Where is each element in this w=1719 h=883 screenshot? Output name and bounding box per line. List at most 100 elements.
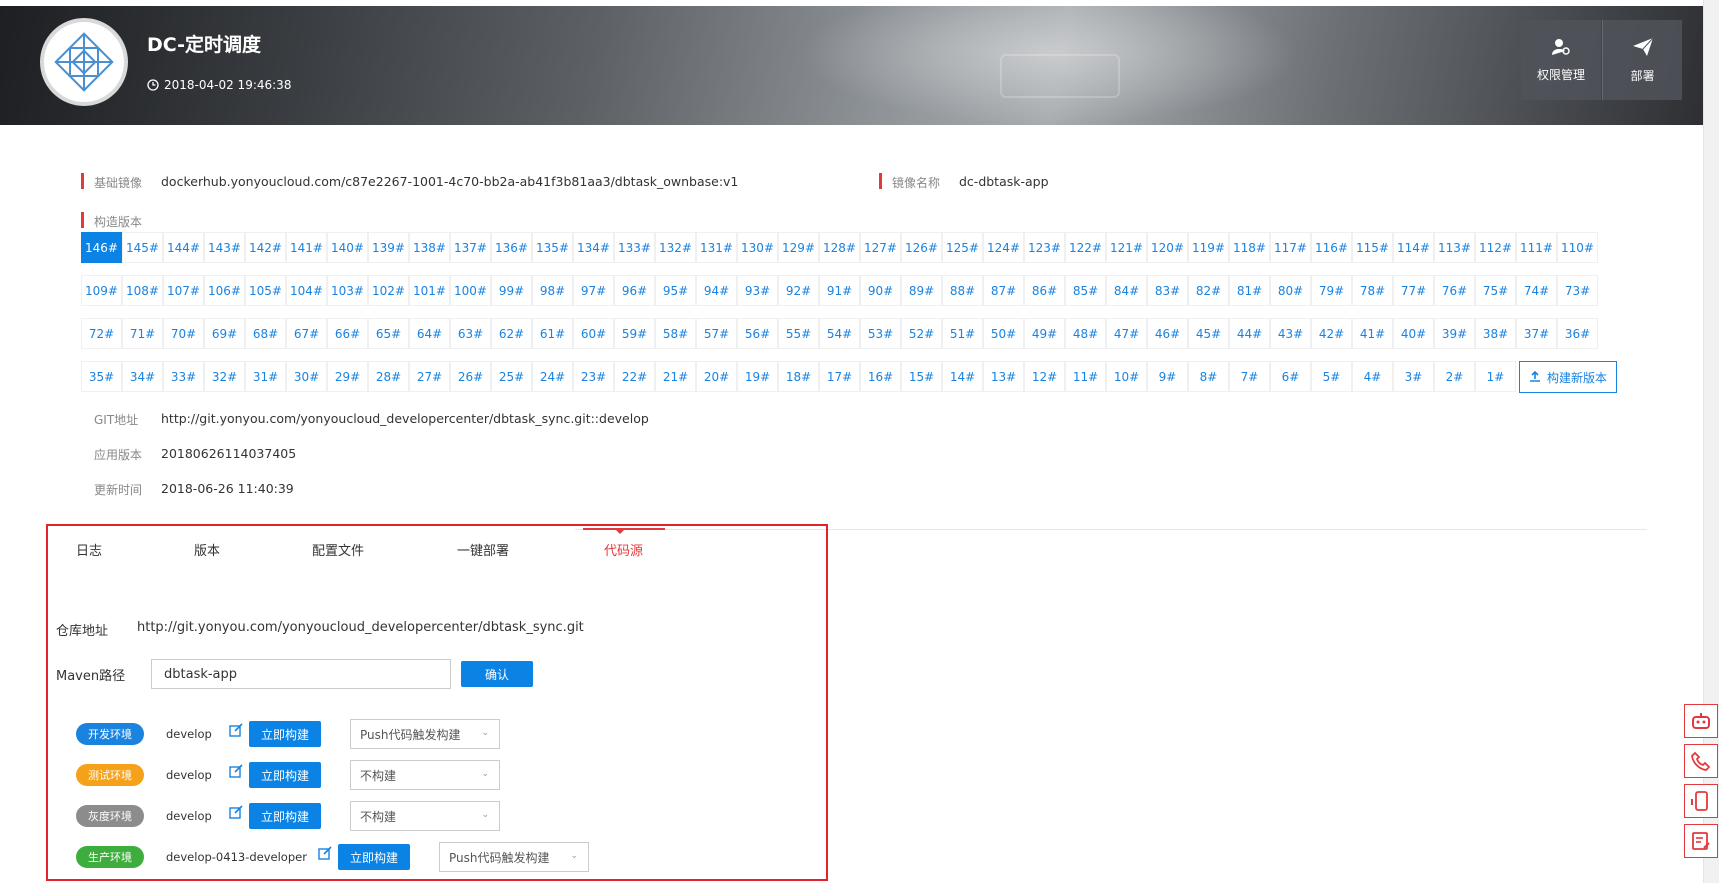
version-chip[interactable]: 5#: [1311, 361, 1352, 392]
version-chip[interactable]: 120#: [1147, 232, 1188, 263]
tab-log[interactable]: 日志: [76, 540, 102, 559]
version-chip[interactable]: 41#: [1352, 318, 1393, 349]
version-chip[interactable]: 110#: [1557, 232, 1598, 263]
version-chip[interactable]: 53#: [860, 318, 901, 349]
version-chip[interactable]: 143#: [204, 232, 245, 263]
version-chip[interactable]: 81#: [1229, 275, 1270, 306]
version-chip[interactable]: 49#: [1024, 318, 1065, 349]
robot-icon[interactable]: [1684, 704, 1718, 738]
build-trigger-select[interactable]: Push代码触发构建 ⌄: [350, 719, 500, 749]
version-chip[interactable]: 50#: [983, 318, 1024, 349]
version-chip[interactable]: 68#: [245, 318, 286, 349]
version-chip[interactable]: 125#: [942, 232, 983, 263]
version-chip[interactable]: 139#: [368, 232, 409, 263]
version-chip[interactable]: 96#: [614, 275, 655, 306]
version-chip[interactable]: 126#: [901, 232, 942, 263]
version-chip[interactable]: 32#: [204, 361, 245, 392]
version-chip[interactable]: 80#: [1270, 275, 1311, 306]
version-chip[interactable]: 71#: [122, 318, 163, 349]
version-chip[interactable]: 40#: [1393, 318, 1434, 349]
version-chip[interactable]: 107#: [163, 275, 204, 306]
version-chip[interactable]: 94#: [696, 275, 737, 306]
version-chip[interactable]: 82#: [1188, 275, 1229, 306]
version-chip[interactable]: 73#: [1557, 275, 1598, 306]
version-chip[interactable]: 91#: [819, 275, 860, 306]
version-chip[interactable]: 14#: [942, 361, 983, 392]
version-chip[interactable]: 61#: [532, 318, 573, 349]
version-chip[interactable]: 46#: [1147, 318, 1188, 349]
version-chip[interactable]: 84#: [1106, 275, 1147, 306]
version-chip[interactable]: 133#: [614, 232, 655, 263]
build-now-button[interactable]: 立即构建: [338, 844, 410, 870]
version-chip[interactable]: 13#: [983, 361, 1024, 392]
tab-code-source[interactable]: 代码源: [604, 540, 643, 559]
version-chip[interactable]: 1#: [1475, 361, 1516, 392]
version-chip[interactable]: 21#: [655, 361, 696, 392]
version-chip[interactable]: 17#: [819, 361, 860, 392]
version-chip[interactable]: 119#: [1188, 232, 1229, 263]
version-chip[interactable]: 98#: [532, 275, 573, 306]
tab-version[interactable]: 版本: [194, 540, 220, 559]
version-chip[interactable]: 54#: [819, 318, 860, 349]
version-chip[interactable]: 56#: [737, 318, 778, 349]
version-chip[interactable]: 78#: [1352, 275, 1393, 306]
version-chip[interactable]: 112#: [1475, 232, 1516, 263]
version-chip[interactable]: 60#: [573, 318, 614, 349]
edit-branch-icon[interactable]: [229, 804, 243, 819]
version-chip[interactable]: 62#: [491, 318, 532, 349]
version-chip[interactable]: 138#: [409, 232, 450, 263]
version-chip[interactable]: 7#: [1229, 361, 1270, 392]
version-chip[interactable]: 69#: [204, 318, 245, 349]
version-chip[interactable]: 6#: [1270, 361, 1311, 392]
version-chip[interactable]: 83#: [1147, 275, 1188, 306]
version-chip[interactable]: 115#: [1352, 232, 1393, 263]
version-chip[interactable]: 135#: [532, 232, 573, 263]
phone-icon[interactable]: [1684, 744, 1718, 778]
version-chip[interactable]: 64#: [409, 318, 450, 349]
build-trigger-select[interactable]: 不构建 ⌄: [350, 760, 500, 790]
version-chip[interactable]: 75#: [1475, 275, 1516, 306]
version-chip[interactable]: 22#: [614, 361, 655, 392]
version-chip[interactable]: 76#: [1434, 275, 1475, 306]
build-now-button[interactable]: 立即构建: [249, 721, 321, 747]
version-chip[interactable]: 8#: [1188, 361, 1229, 392]
version-chip[interactable]: 34#: [122, 361, 163, 392]
version-chip[interactable]: 103#: [327, 275, 368, 306]
version-chip[interactable]: 58#: [655, 318, 696, 349]
edit-branch-icon[interactable]: [229, 763, 243, 778]
version-chip[interactable]: 145#: [122, 232, 163, 263]
version-chip[interactable]: 88#: [942, 275, 983, 306]
version-chip[interactable]: 137#: [450, 232, 491, 263]
version-chip[interactable]: 67#: [286, 318, 327, 349]
version-chip[interactable]: 93#: [737, 275, 778, 306]
version-chip[interactable]: 100#: [450, 275, 491, 306]
version-chip[interactable]: 30#: [286, 361, 327, 392]
feedback-icon[interactable]: [1684, 824, 1718, 858]
version-chip[interactable]: 72#: [81, 318, 122, 349]
version-chip[interactable]: 113#: [1434, 232, 1475, 263]
version-chip[interactable]: 118#: [1229, 232, 1270, 263]
version-chip[interactable]: 27#: [409, 361, 450, 392]
tab-one-click-deploy[interactable]: 一键部署: [457, 540, 509, 559]
version-chip[interactable]: 11#: [1065, 361, 1106, 392]
version-chip[interactable]: 117#: [1270, 232, 1311, 263]
permission-button[interactable]: 权限管理: [1521, 20, 1601, 100]
version-chip[interactable]: 95#: [655, 275, 696, 306]
build-new-version-button[interactable]: 构建新版本: [1519, 361, 1617, 393]
version-chip[interactable]: 66#: [327, 318, 368, 349]
version-chip[interactable]: 15#: [901, 361, 942, 392]
version-chip[interactable]: 141#: [286, 232, 327, 263]
version-chip[interactable]: 123#: [1024, 232, 1065, 263]
version-chip[interactable]: 38#: [1475, 318, 1516, 349]
version-chip[interactable]: 59#: [614, 318, 655, 349]
version-chip[interactable]: 122#: [1065, 232, 1106, 263]
version-chip[interactable]: 4#: [1352, 361, 1393, 392]
version-chip[interactable]: 36#: [1557, 318, 1598, 349]
version-chip[interactable]: 16#: [860, 361, 901, 392]
version-chip[interactable]: 45#: [1188, 318, 1229, 349]
version-chip[interactable]: 140#: [327, 232, 368, 263]
version-chip[interactable]: 52#: [901, 318, 942, 349]
version-chip[interactable]: 134#: [573, 232, 614, 263]
version-chip[interactable]: 29#: [327, 361, 368, 392]
version-chip[interactable]: 130#: [737, 232, 778, 263]
